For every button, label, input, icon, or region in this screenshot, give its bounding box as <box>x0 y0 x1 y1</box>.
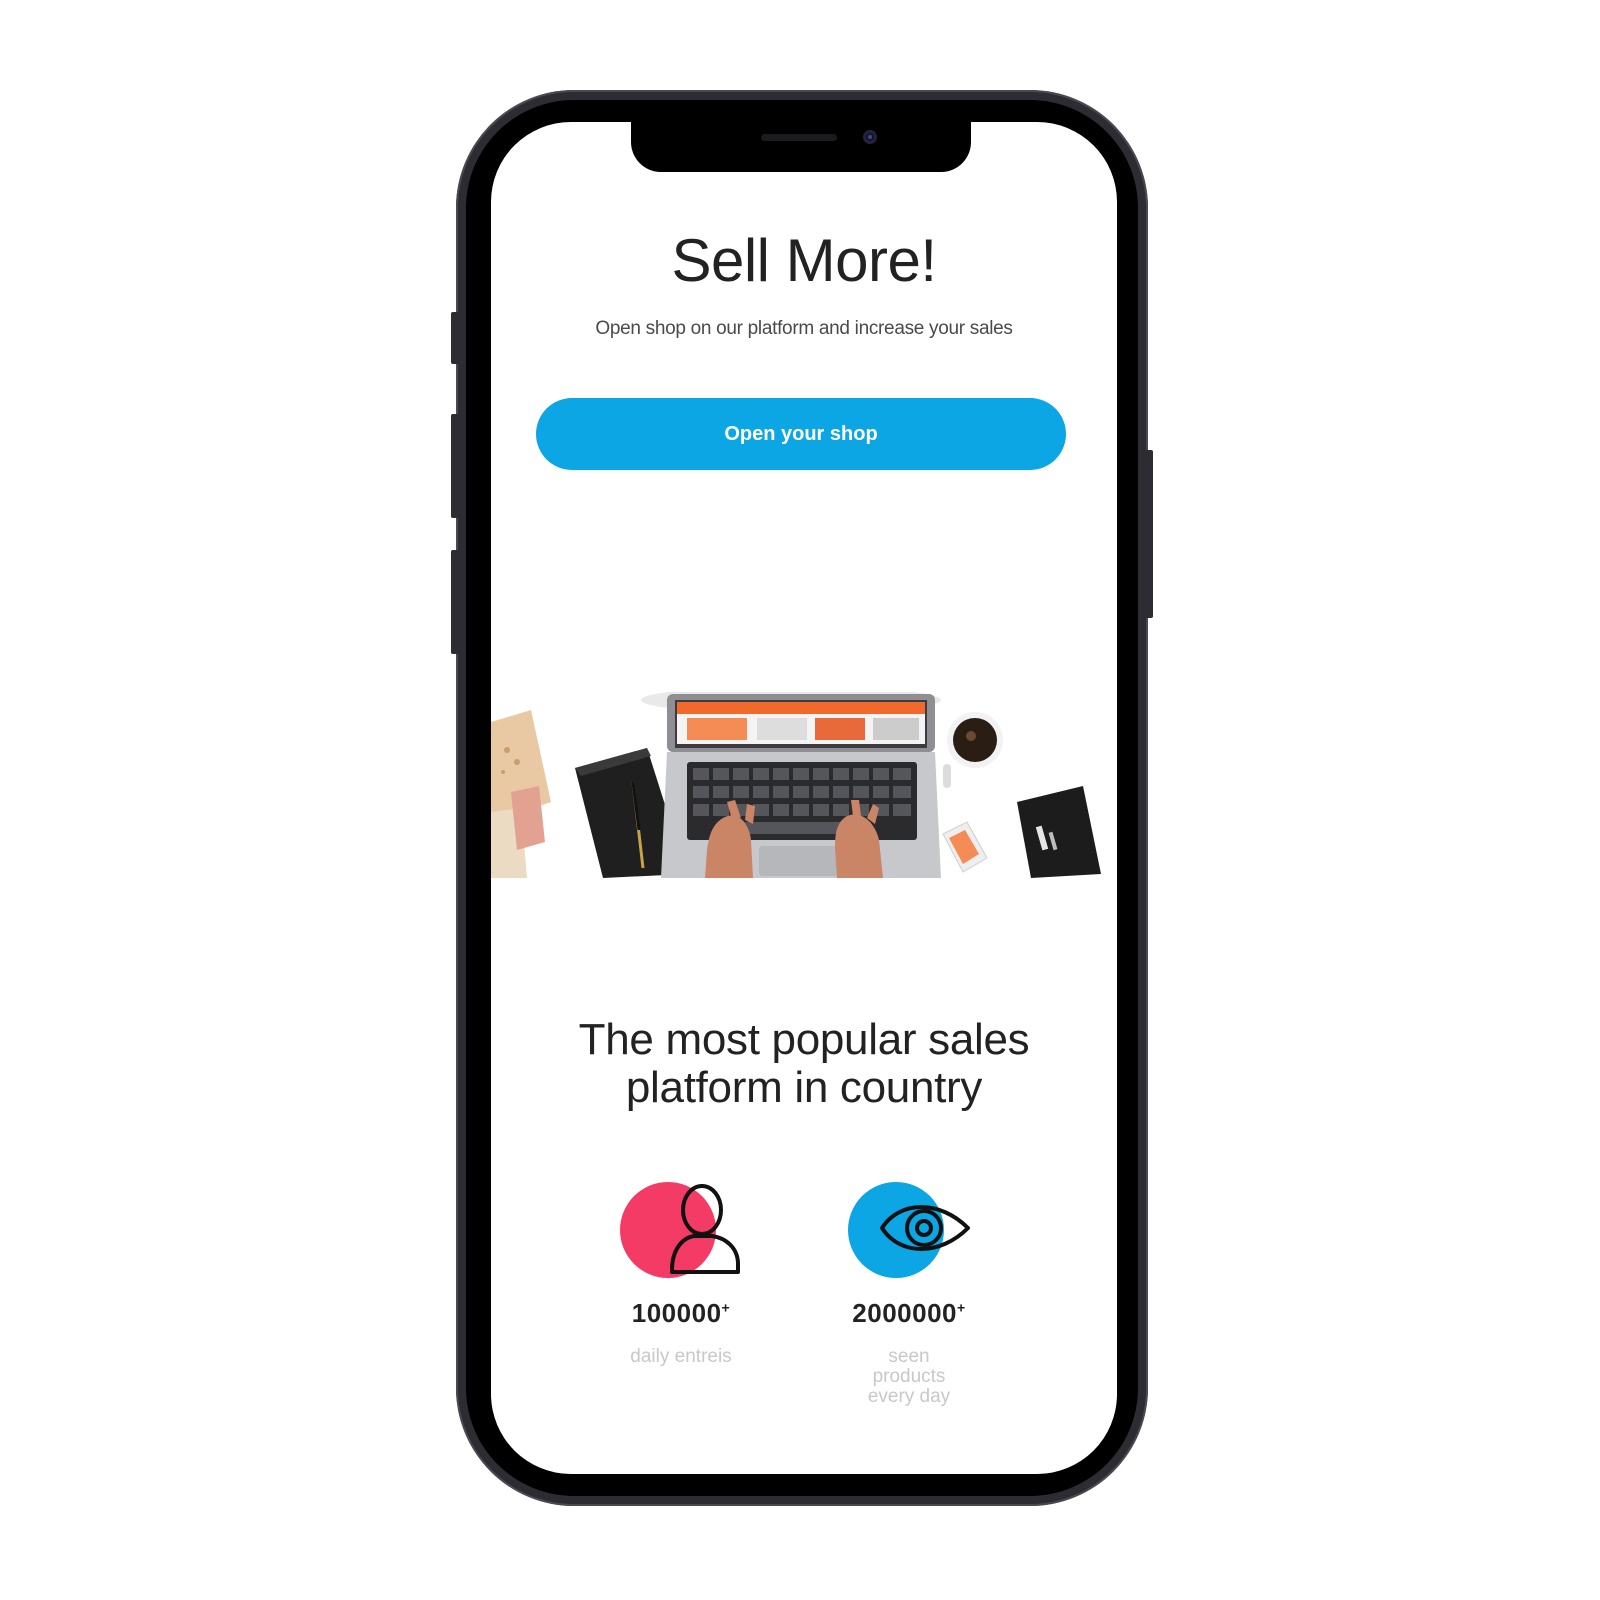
mute-switch <box>451 312 459 364</box>
stat-seen-products: 2000000+ seen products every day <box>809 1176 1009 1407</box>
hero-title: Sell More! <box>671 227 937 294</box>
laptop-icon <box>661 694 941 878</box>
speaker-grille <box>761 134 837 141</box>
notch <box>631 122 971 172</box>
open-shop-button[interactable]: Open your shop <box>536 398 1066 470</box>
smartphone-icon <box>942 821 988 873</box>
stat-daily-entries: 100000+ daily entreis <box>581 1176 781 1367</box>
section-title: The most popular sales platform in count… <box>491 1016 1117 1112</box>
coffee-cup-icon <box>943 712 1003 788</box>
phone-screen: Sell More! Open shop on our platform and… <box>491 122 1117 1474</box>
user-icon <box>616 1176 746 1286</box>
stat-label: seen products every day <box>867 1346 951 1407</box>
papers-icon <box>491 710 551 878</box>
volume-down-button <box>451 550 459 654</box>
power-button <box>1145 450 1153 618</box>
section-title-line-2: platform in country <box>625 1063 983 1112</box>
camera-icon <box>863 130 877 144</box>
desk-illustration <box>491 692 1101 878</box>
eye-icon <box>844 1176 974 1286</box>
stat-value: 100000+ <box>631 1298 731 1328</box>
page: Sell More! Open shop on our platform and… <box>0 0 1600 1600</box>
section-title-line-1: The most popular sales <box>578 1015 1030 1064</box>
stat-label: daily entreis <box>630 1346 732 1367</box>
stat-value: 2000000+ <box>852 1298 966 1328</box>
hero-subtitle: Open shop on our platform and increase y… <box>595 318 1013 339</box>
volume-up-button <box>451 414 459 518</box>
notebook-icon <box>1017 786 1101 878</box>
